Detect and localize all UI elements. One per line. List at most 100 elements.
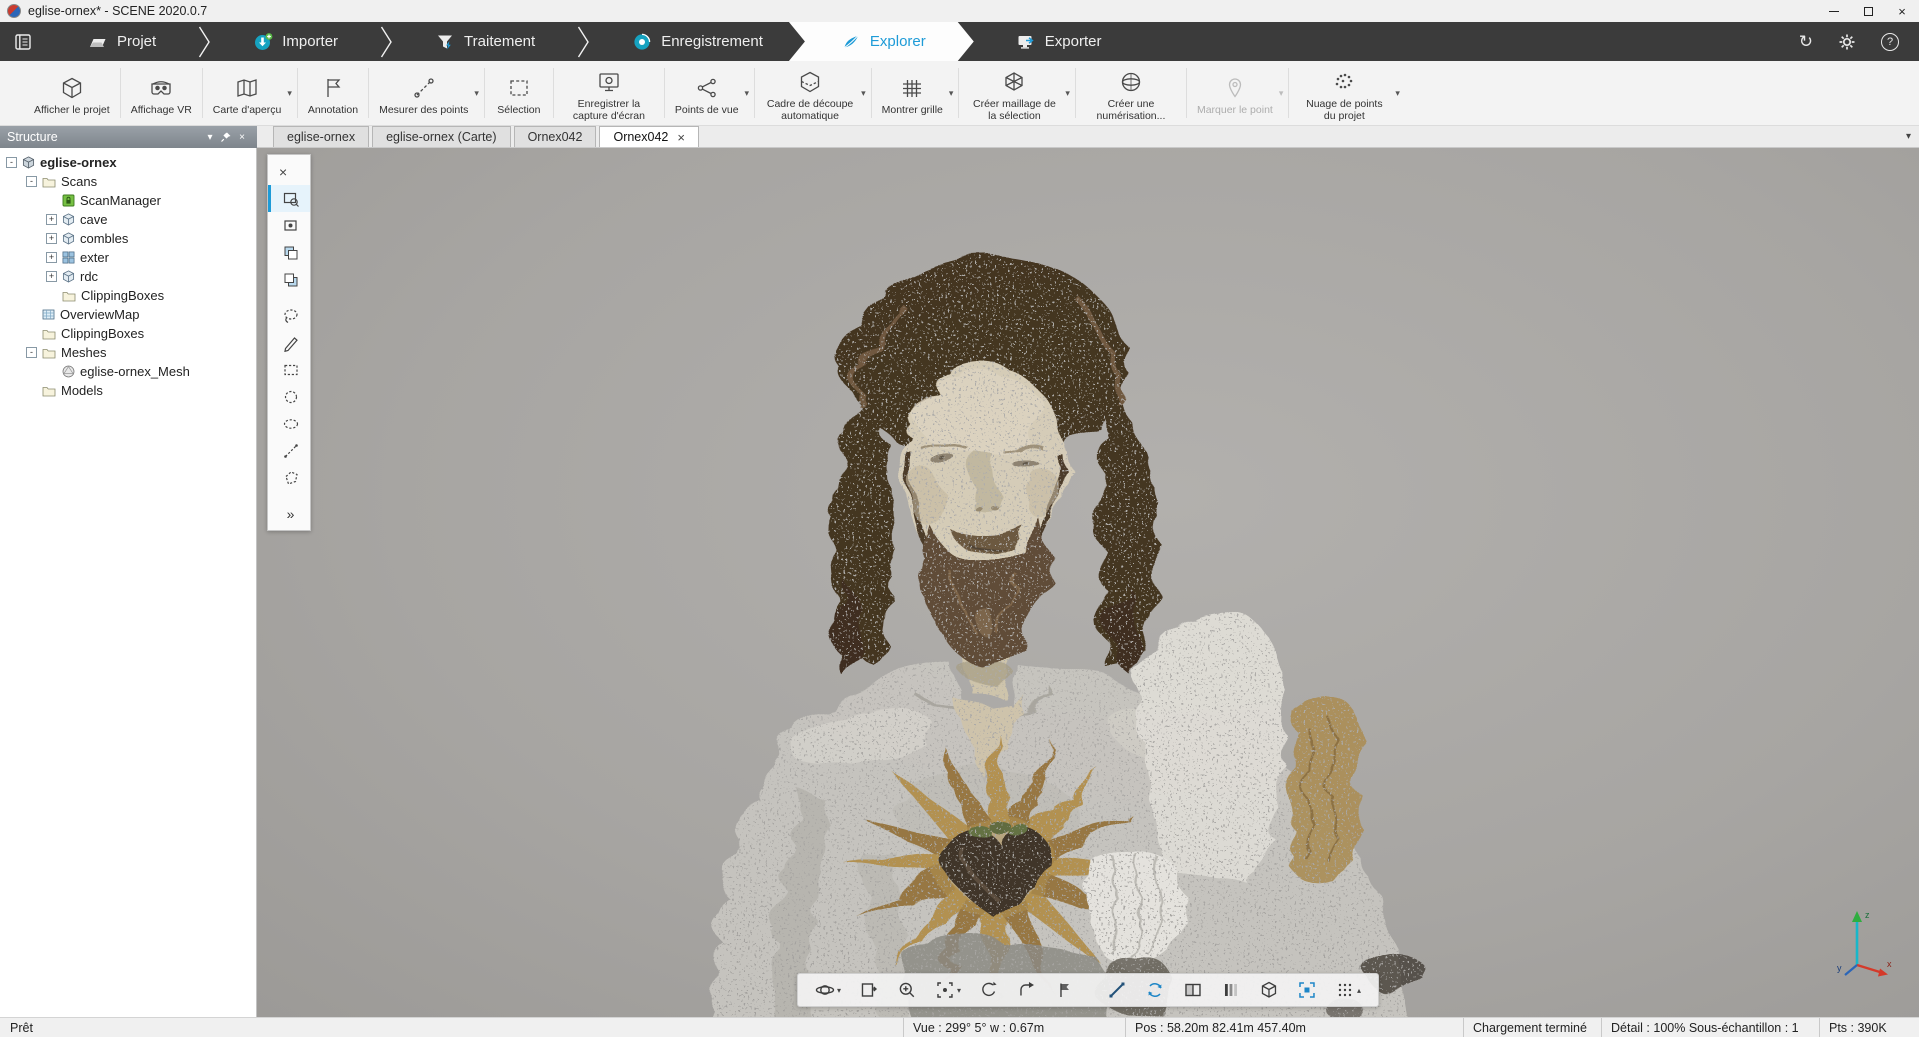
toolbar-button-nuage-de-points[interactable]: Nuage de points du projet ▾: [1291, 61, 1403, 125]
collapse-icon[interactable]: -: [6, 157, 17, 168]
status-loading: Chargement terminé: [1463, 1018, 1601, 1037]
tool-zoom-window[interactable]: [268, 185, 310, 212]
toolbar-button-carte-apercu[interactable]: Carte d'aperçu ▾: [205, 61, 295, 125]
screenshot-icon: [596, 67, 622, 97]
panel-menu-arrow-icon[interactable]: ▾: [202, 132, 218, 143]
application-menu-button[interactable]: [0, 22, 46, 61]
ribbon-tab-projet[interactable]: Projet: [46, 22, 198, 61]
tool-line-select[interactable]: [268, 437, 310, 464]
dropdown-arrow-icon[interactable]: ▾: [1065, 88, 1070, 99]
tree-item-overviewmap[interactable]: OverviewMap: [0, 305, 256, 324]
collapse-icon[interactable]: -: [26, 176, 37, 187]
tree-item-meshes[interactable]: - Meshes: [0, 343, 256, 362]
dropdown-arrow-icon[interactable]: ▴: [1357, 986, 1361, 995]
cube-view-button[interactable]: [1250, 977, 1288, 1003]
expand-icon[interactable]: +: [46, 271, 57, 282]
auto-rotate-icon: [1145, 980, 1165, 1000]
split-view-button[interactable]: [1174, 977, 1212, 1003]
expand-icon[interactable]: +: [46, 233, 57, 244]
palette-close-icon[interactable]: ×: [268, 158, 310, 185]
expand-icon[interactable]: +: [46, 214, 57, 225]
tool-ellipse-select[interactable]: [268, 410, 310, 437]
ribbon-tab-explorer[interactable]: Explorer: [789, 22, 974, 61]
dropdown-arrow-icon[interactable]: ▾: [745, 88, 750, 99]
full-extent-button[interactable]: [1288, 977, 1326, 1003]
zoom-button[interactable]: [888, 977, 926, 1003]
tool-zoom-to-point[interactable]: [268, 212, 310, 239]
tree-item-models[interactable]: Models: [0, 381, 256, 400]
tree-item-scans[interactable]: - Scans: [0, 172, 256, 191]
ribbon-tab-traitement[interactable]: Traitement: [393, 22, 577, 61]
settings-gear-icon[interactable]: [1837, 32, 1857, 52]
ribbon-tab-exporter[interactable]: Exporter: [974, 22, 1144, 61]
color-scale-button[interactable]: [1212, 977, 1250, 1003]
tool-rectangle-select[interactable]: [268, 356, 310, 383]
tool-bring-to-front[interactable]: [268, 239, 310, 266]
toolbar-button-mesurer-des-points[interactable]: Mesurer des points ▾: [371, 61, 482, 125]
ellipse-select-icon: [282, 415, 300, 433]
zoom-frame-button[interactable]: ▾: [926, 977, 970, 1003]
toolbar-button-montrer-grille[interactable]: Montrer grille ▾: [874, 61, 957, 125]
tree-item-scanmanager[interactable]: ScanManager: [0, 191, 256, 210]
tab-close-icon[interactable]: ×: [677, 131, 685, 144]
dropdown-arrow-icon[interactable]: ▾: [474, 88, 479, 99]
status-position: Pos : 58.20m 82.41m 457.40m: [1125, 1018, 1463, 1037]
tree-item-eglise-ornex-mesh[interactable]: eglise-ornex_Mesh: [0, 362, 256, 381]
tool-circle-select[interactable]: [268, 383, 310, 410]
toolbar-button-creer-maillage[interactable]: Créer maillage de la sélection ▾: [961, 61, 1073, 125]
tool-lasso-select[interactable]: [268, 302, 310, 329]
toolbar-button-creer-numerisation[interactable]: Créer une numérisation...: [1078, 61, 1184, 125]
toolbar-button-selection[interactable]: Sélection: [487, 61, 551, 125]
dropdown-arrow-icon[interactable]: ▾: [1395, 88, 1400, 99]
toolbar-button-points-de-vue[interactable]: Points de vue ▾: [667, 61, 752, 125]
dot-grid-button[interactable]: ▴: [1326, 977, 1370, 1003]
close-button[interactable]: ×: [1885, 0, 1919, 22]
toolbar-button-annotation[interactable]: Annotation: [300, 61, 366, 125]
dropdown-arrow-icon[interactable]: ▾: [957, 986, 961, 995]
dropdown-arrow-icon[interactable]: ▾: [837, 986, 841, 995]
measure-icon: [1107, 980, 1127, 1000]
auto-rotate-button[interactable]: [1136, 977, 1174, 1003]
page-view-button[interactable]: [850, 977, 888, 1003]
dropdown-arrow-icon[interactable]: ▾: [949, 88, 954, 99]
rotate-ccw-button[interactable]: [970, 977, 1008, 1003]
doc-tab-ornex042-active[interactable]: Ornex042×: [599, 126, 699, 147]
minimize-button[interactable]: [1817, 0, 1851, 22]
mesh-sphere-icon: [62, 365, 75, 378]
tool-polygon-select[interactable]: [268, 464, 310, 491]
tree-item-clippingboxes[interactable]: ClippingBoxes: [0, 324, 256, 343]
dropdown-arrow-icon[interactable]: ▾: [861, 88, 866, 99]
tree-item-combles[interactable]: + combles: [0, 229, 256, 248]
tool-send-to-back[interactable]: [268, 266, 310, 293]
tree-item-cave[interactable]: + cave: [0, 210, 256, 229]
palette-expand-icon[interactable]: »: [268, 500, 310, 527]
pin-icon[interactable]: [218, 131, 234, 143]
tree-item-clippingboxes-scans[interactable]: ClippingBoxes: [0, 286, 256, 305]
help-icon[interactable]: ?: [1881, 33, 1899, 51]
tree-item-eglise-ornex[interactable]: - eglise-ornex: [0, 153, 256, 172]
doc-tab-eglise-ornex-carte[interactable]: eglise-ornex (Carte): [372, 126, 510, 147]
return-view-button[interactable]: [1008, 977, 1046, 1003]
doc-tab-eglise-ornex[interactable]: eglise-ornex: [273, 126, 369, 147]
tree-item-exter[interactable]: + exter: [0, 248, 256, 267]
toolbar-button-cadre-decoupe[interactable]: Cadre de découpe automatique ▾: [757, 61, 869, 125]
toolbar-button-afficher-le-projet[interactable]: Afficher le projet: [26, 61, 118, 125]
toolbar-button-affichage-vr[interactable]: Affichage VR: [123, 61, 200, 125]
dropdown-arrow-icon[interactable]: ▾: [287, 88, 292, 99]
toolbar-button-enregistrer-capture[interactable]: Enregistrer la capture d'écran: [556, 61, 662, 125]
panel-close-icon[interactable]: ×: [234, 132, 250, 143]
tab-list-arrow-icon[interactable]: ▾: [1906, 131, 1911, 142]
3d-viewport[interactable]: × » ▾ ▾: [257, 148, 1919, 1017]
ribbon-tab-enregistrement[interactable]: Enregistrement: [590, 22, 805, 61]
maximize-button[interactable]: [1851, 0, 1885, 22]
ribbon-tab-importer[interactable]: Importer: [211, 22, 380, 61]
measure-button[interactable]: [1098, 977, 1136, 1003]
collapse-icon[interactable]: -: [26, 347, 37, 358]
doc-tab-ornex042[interactable]: Ornex042: [514, 126, 597, 147]
tree-item-rdc[interactable]: + rdc: [0, 267, 256, 286]
orbit-view-button[interactable]: ▾: [806, 977, 850, 1003]
sync-icon[interactable]: ↻: [1799, 32, 1813, 52]
expand-icon[interactable]: +: [46, 252, 57, 263]
path-flag-button[interactable]: [1046, 977, 1084, 1003]
tool-pen-select[interactable]: [268, 329, 310, 356]
